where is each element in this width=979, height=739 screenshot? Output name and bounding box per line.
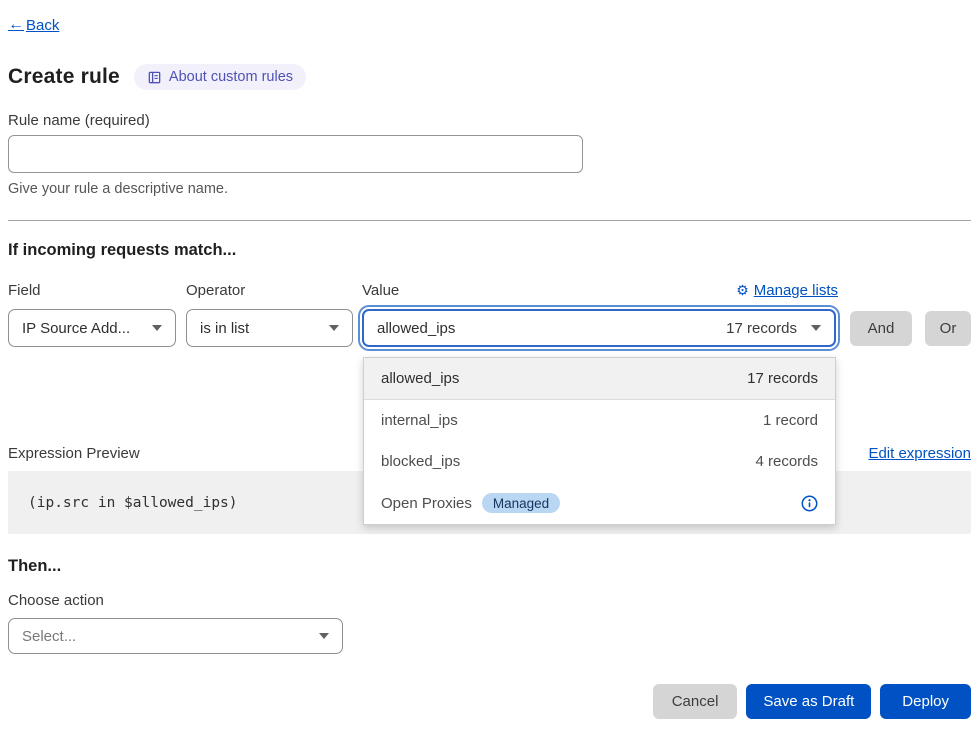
list-item-name: blocked_ips [381, 453, 460, 470]
manage-lists-label: Manage lists [754, 282, 838, 299]
create-rule-page: ←Back Create rule About custom rules Rul… [0, 0, 979, 739]
back-arrow-icon: ← [8, 16, 24, 34]
info-icon[interactable] [801, 495, 818, 512]
rule-name-helper: Give your rule a descriptive name. [8, 181, 971, 197]
match-controls: Field Operator Value ⚙ Manage lists IP S… [8, 282, 971, 348]
operator-select-value: is in list [200, 320, 249, 337]
save-as-draft-button[interactable]: Save as Draft [746, 684, 871, 719]
value-select[interactable]: allowed_ips 17 records [362, 309, 836, 347]
operator-label: Operator [186, 282, 245, 299]
field-select[interactable]: IP Source Add... [8, 309, 176, 347]
cancel-button[interactable]: Cancel [653, 684, 738, 719]
choose-action-label: Choose action [8, 592, 971, 609]
match-heading: If incoming requests match... [8, 241, 971, 260]
section-divider [8, 220, 971, 221]
list-item-name: allowed_ips [381, 370, 459, 387]
and-button[interactable]: And [850, 311, 912, 346]
expression-preview-label: Expression Preview [8, 445, 140, 462]
list-item-internal-ips[interactable]: internal_ips 1 record [364, 400, 835, 442]
list-item-open-proxies[interactable]: Open Proxies Managed [364, 483, 835, 525]
list-item-name: Open Proxies [381, 495, 472, 512]
title-row: Create rule About custom rules [8, 64, 971, 90]
list-item-allowed-ips[interactable]: allowed_ips 17 records [364, 358, 835, 400]
back-link[interactable]: ←Back [8, 16, 59, 34]
action-select-placeholder: Select... [22, 628, 76, 645]
then-heading: Then... [8, 557, 971, 576]
action-select[interactable]: Select... [8, 618, 343, 654]
operator-select[interactable]: is in list [186, 309, 353, 347]
value-label: Value [362, 282, 399, 299]
chevron-down-icon [329, 325, 339, 331]
chevron-down-icon [152, 325, 162, 331]
or-button[interactable]: Or [925, 311, 971, 346]
about-badge-label: About custom rules [169, 69, 293, 85]
footer-actions: Cancel Save as Draft Deploy [653, 684, 971, 719]
rule-name-label: Rule name (required) [8, 112, 971, 129]
edit-expression-link[interactable]: Edit expression [868, 445, 971, 462]
list-item-meta: 4 records [755, 453, 818, 470]
page-title: Create rule [8, 65, 120, 89]
list-item-meta: 1 record [763, 412, 818, 429]
managed-badge: Managed [482, 493, 560, 513]
list-item-blocked-ips[interactable]: blocked_ips 4 records [364, 441, 835, 483]
rule-name-input[interactable] [8, 135, 583, 173]
list-item-name: internal_ips [381, 412, 458, 429]
value-dropdown: allowed_ips 17 records internal_ips 1 re… [363, 357, 836, 525]
field-select-value: IP Source Add... [22, 320, 130, 337]
about-custom-rules-link[interactable]: About custom rules [134, 64, 306, 90]
value-select-meta: 17 records [726, 320, 797, 337]
list-item-meta: 17 records [747, 370, 818, 387]
gear-icon: ⚙ [736, 282, 749, 299]
deploy-button[interactable]: Deploy [880, 684, 971, 719]
manage-lists-link[interactable]: ⚙ Manage lists [736, 282, 838, 299]
back-label: Back [26, 17, 59, 34]
expression-code: (ip.src in $allowed_ips) [28, 495, 238, 511]
field-label: Field [8, 282, 41, 299]
chevron-down-icon [811, 325, 821, 331]
chevron-down-icon [319, 633, 329, 639]
value-select-value: allowed_ips [377, 320, 455, 337]
book-icon [147, 70, 162, 85]
